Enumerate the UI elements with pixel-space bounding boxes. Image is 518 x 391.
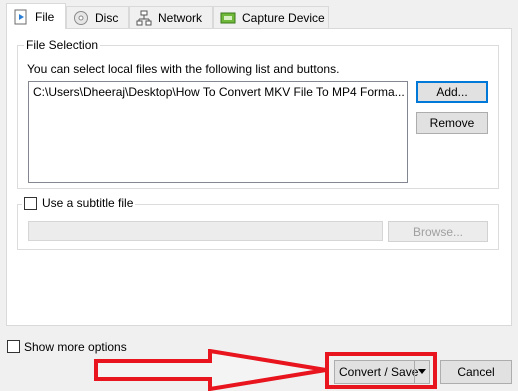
subtitle-checkbox-label: Use a subtitle file xyxy=(42,196,134,210)
tab-capture-device[interactable]: Capture Device xyxy=(213,6,329,28)
file-selection-description: You can select local files with the foll… xyxy=(27,62,340,76)
tab-disc-label: Disc xyxy=(95,10,119,25)
add-button-label: Add... xyxy=(436,85,468,99)
cancel-button[interactable]: Cancel xyxy=(440,360,512,384)
capture-device-icon xyxy=(220,10,236,26)
chevron-down-icon xyxy=(418,369,426,374)
file-list-item[interactable]: C:\Users\Dheeraj\Desktop\How To Convert … xyxy=(33,85,405,99)
play-file-icon xyxy=(13,9,29,25)
remove-button-label: Remove xyxy=(429,116,475,130)
convert-save-dropdown[interactable] xyxy=(414,361,429,383)
tab-file[interactable]: File xyxy=(6,3,66,29)
subtitle-title-wrap: Use a subtitle file xyxy=(22,196,136,210)
subtitle-checkbox[interactable] xyxy=(24,196,37,210)
file-selection-title: File Selection xyxy=(24,38,101,52)
show-more-options-checkbox[interactable] xyxy=(7,340,20,353)
convert-save-button[interactable]: Convert / Save xyxy=(334,360,430,384)
browse-button: Browse... xyxy=(388,221,488,242)
browse-button-label: Browse... xyxy=(412,224,463,239)
remove-button[interactable]: Remove xyxy=(416,112,488,134)
convert-save-label: Convert / Save xyxy=(339,365,419,379)
cancel-button-label: Cancel xyxy=(457,365,495,379)
tab-network-label: Network xyxy=(158,10,203,25)
disc-icon xyxy=(73,10,89,26)
subtitle-path-field xyxy=(28,221,383,241)
tab-file-label: File xyxy=(35,9,55,24)
tab-capture-device-label: Capture Device xyxy=(242,10,325,25)
tab-network[interactable]: Network xyxy=(129,6,213,28)
network-icon xyxy=(136,10,152,26)
tab-disc[interactable]: Disc xyxy=(66,6,129,28)
file-list[interactable]: C:\Users\Dheeraj\Desktop\How To Convert … xyxy=(28,81,408,183)
annotation-arrow xyxy=(94,349,327,391)
add-button[interactable]: Add... xyxy=(416,81,488,103)
